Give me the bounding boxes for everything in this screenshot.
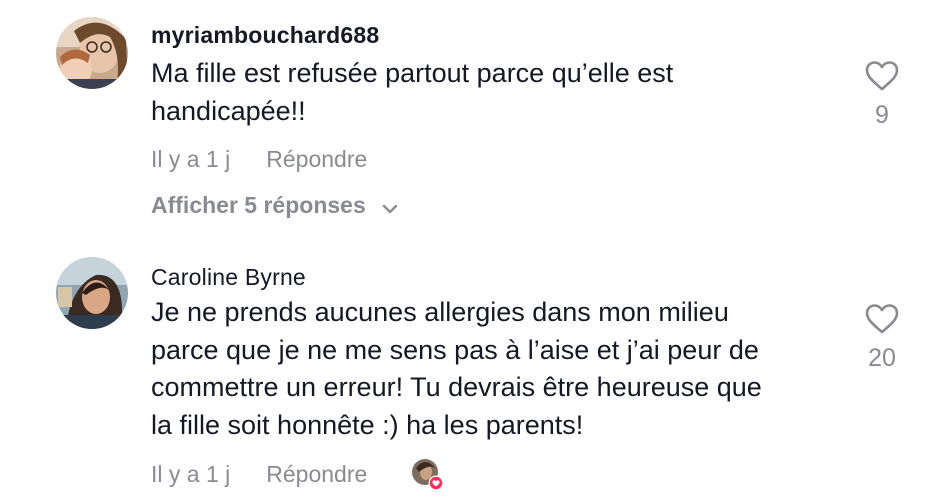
comment-text: Je ne prends aucunes allergies dans mon … <box>151 294 762 444</box>
heart-outline-icon <box>864 304 900 339</box>
comment-text-line: la fille soit honnête :) ha les parents! <box>151 409 584 440</box>
avatar[interactable] <box>56 257 128 329</box>
comment-text-line: parce que je ne me sens pas à l’aise et … <box>151 334 759 365</box>
comment-meta: Il y a 1 j Répondre <box>151 461 367 488</box>
chevron-down-icon <box>382 193 398 220</box>
like-count: 9 <box>875 101 889 129</box>
like-count: 20 <box>868 344 896 372</box>
comment-meta: Il y a 1 j Répondre <box>151 146 367 173</box>
view-replies-button[interactable]: Afficher 5 réponses <box>151 192 398 220</box>
comment-item: myriambouchard688 Ma fille est refusée p… <box>0 0 942 240</box>
heart-outline-icon <box>864 61 900 96</box>
reply-button[interactable]: Répondre <box>266 146 367 172</box>
comment-item: Caroline Byrne Je ne prends aucunes alle… <box>0 240 942 494</box>
reply-button[interactable]: Répondre <box>266 461 367 487</box>
creator-liked-heart-badge-icon <box>411 458 444 491</box>
comment-text-line: handicapée!! <box>151 95 306 126</box>
avatar[interactable] <box>56 17 128 89</box>
comment-username[interactable]: myriambouchard688 <box>151 22 379 49</box>
comment-username[interactable]: Caroline Byrne <box>151 264 306 291</box>
comment-text-line: Je ne prends aucunes allergies dans mon … <box>151 297 729 327</box>
comment-text-line: commettre un erreur! Tu devrais être heu… <box>151 372 762 402</box>
like-button[interactable]: 9 <box>852 60 912 130</box>
comment-time: Il y a 1 j <box>151 146 231 172</box>
comment-time: Il y a 1 j <box>151 461 231 487</box>
comment-text-line: Ma fille est refusée partout parce qu’el… <box>151 58 674 88</box>
comment-text: Ma fille est refusée partout parce qu’el… <box>151 55 673 130</box>
like-button[interactable]: 20 <box>852 303 912 373</box>
view-replies-label: Afficher 5 réponses <box>151 192 366 218</box>
